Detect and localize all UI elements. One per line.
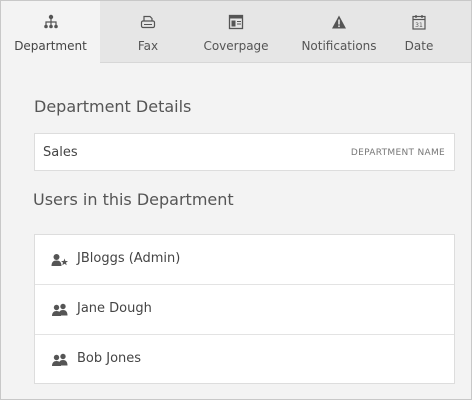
fax-icon bbox=[139, 13, 157, 31]
user-name: JBloggs (Admin) bbox=[77, 251, 181, 266]
tab-coverpage[interactable]: Coverpage bbox=[190, 1, 282, 63]
user-name: Bob Jones bbox=[77, 351, 142, 366]
tab-label: Notifications bbox=[301, 39, 377, 53]
tab-label: Coverpage bbox=[203, 39, 269, 53]
tab-label: Fax bbox=[137, 39, 159, 53]
user-list-item[interactable]: JBloggs (Admin) bbox=[35, 235, 454, 285]
user-list-item[interactable]: Jane Dough bbox=[35, 285, 454, 335]
department-name-value[interactable]: Sales bbox=[43, 145, 78, 160]
tab-notifications[interactable]: Notifications bbox=[295, 1, 383, 63]
calendar-day-text: 31 bbox=[415, 22, 423, 29]
org-chart-icon bbox=[42, 13, 60, 31]
department-details-heading: Department Details bbox=[34, 97, 192, 116]
users-icon bbox=[51, 352, 69, 366]
warning-icon bbox=[330, 13, 348, 31]
tab-date[interactable]: 31 Date bbox=[394, 1, 444, 63]
users-icon bbox=[51, 302, 69, 316]
user-list-item[interactable]: Bob Jones bbox=[35, 335, 454, 385]
tab-label: Date bbox=[404, 39, 434, 53]
tab-department[interactable]: Department bbox=[1, 1, 100, 64]
calendar-icon: 31 bbox=[410, 13, 428, 31]
tab-bar: Department Fax Coverpage Notifications 3… bbox=[1, 1, 471, 64]
tab-fax[interactable]: Fax bbox=[100, 1, 196, 63]
admin-user-icon bbox=[51, 252, 69, 266]
tab-label: Department bbox=[14, 39, 87, 53]
users-list: JBloggs (Admin) Jane Dough Bob Jones bbox=[34, 234, 455, 384]
user-name: Jane Dough bbox=[77, 301, 152, 316]
department-name-field[interactable]: Sales DEPARTMENT NAME bbox=[34, 133, 455, 171]
department-name-label: DEPARTMENT NAME bbox=[350, 148, 445, 158]
department-settings-window: Department Fax Coverpage Notifications 3… bbox=[0, 0, 472, 400]
coverpage-icon bbox=[227, 13, 245, 31]
users-heading: Users in this Department bbox=[33, 190, 234, 209]
